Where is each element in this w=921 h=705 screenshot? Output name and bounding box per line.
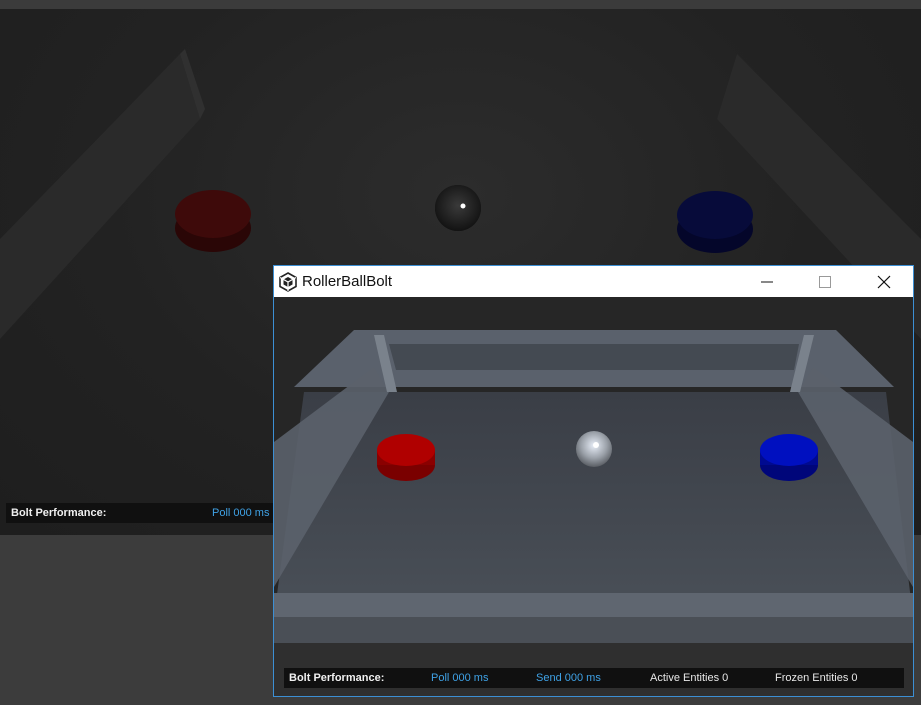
perf-send: Send 000 ms [536,672,601,684]
arena-floor [274,392,913,617]
perf-frozen-entities: Frozen Entities 0 [775,672,858,684]
window-perf-bar: Bolt Performance: Poll 000 ms Send 000 m… [284,668,904,688]
perf-title: Bolt Performance: [289,672,385,684]
window-title: RollerBallBolt [302,273,393,290]
minimize-button[interactable] [738,266,796,297]
maximize-icon [819,275,831,288]
left-wall [0,54,200,339]
ball [576,431,612,467]
top-strip [0,0,921,9]
maximize-button[interactable] [796,266,854,297]
game-window[interactable]: RollerBallBolt Bolt Performance: Poll 00… [273,265,914,697]
minimize-icon [761,281,773,282]
perf-poll: Poll 000 ms [431,672,489,684]
perf-active-entities: Active Entities 0 [650,672,729,684]
unity-icon [279,272,297,292]
perf-poll: Poll 000 ms [212,507,270,519]
close-icon [877,275,891,288]
window-titlebar[interactable]: RollerBallBolt [274,266,913,297]
game-viewport[interactable]: Bolt Performance: Poll 000 ms Send 000 m… [274,297,913,696]
background-perf-bar: Bolt Performance: Poll 000 ms [6,503,274,523]
close-button[interactable] [855,266,913,297]
game-scene-graphic [274,330,913,696]
perf-title: Bolt Performance: [11,507,107,519]
